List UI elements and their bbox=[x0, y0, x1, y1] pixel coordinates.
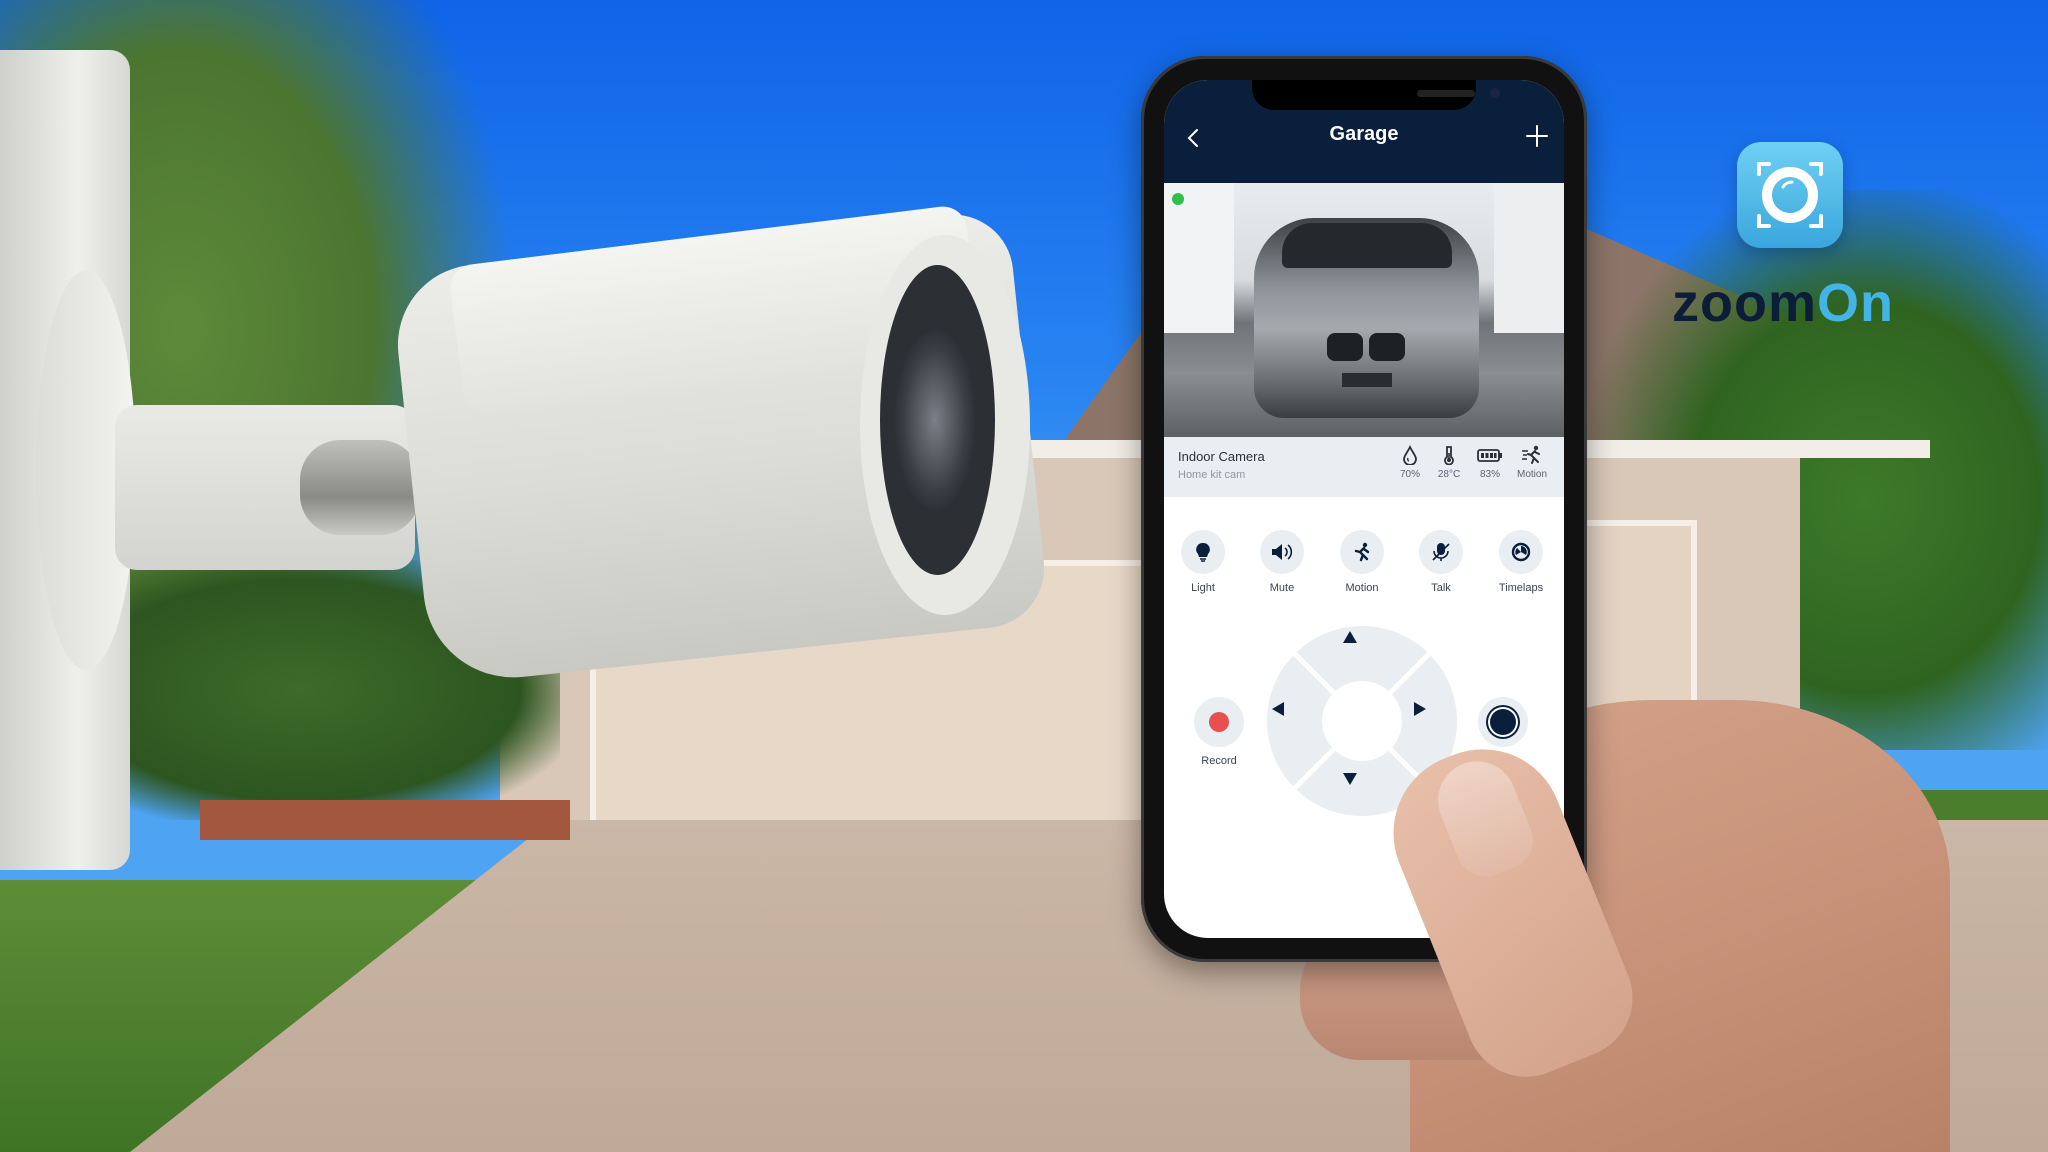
talk-button[interactable]: Talk bbox=[1409, 530, 1473, 594]
record-label: Record bbox=[1201, 755, 1237, 767]
timelapse-button[interactable]: Timelaps bbox=[1489, 530, 1553, 594]
motion-label: Motion bbox=[1345, 582, 1379, 594]
brand-text-dark: zoom bbox=[1672, 273, 1817, 333]
capture-icon bbox=[1490, 709, 1516, 735]
stat-humidity: 70% bbox=[1388, 445, 1432, 480]
record-button[interactable]: Record bbox=[1194, 697, 1244, 767]
motion-button[interactable]: Motion bbox=[1330, 530, 1394, 594]
dpad-left-button[interactable] bbox=[1271, 701, 1311, 741]
capture-button[interactable] bbox=[1478, 697, 1528, 747]
plus-icon bbox=[1526, 125, 1548, 147]
earpiece-speaker bbox=[1417, 90, 1475, 97]
speaker-icon bbox=[1272, 544, 1293, 560]
camera-subtitle: Home kit cam bbox=[1178, 469, 1246, 481]
motion-runner-icon bbox=[1522, 445, 1540, 464]
dpad-up-button[interactable] bbox=[1342, 630, 1382, 670]
battery-icon bbox=[1477, 449, 1502, 462]
timelapse-label: Timelaps bbox=[1498, 582, 1544, 594]
mute-label: Mute bbox=[1269, 582, 1295, 594]
zoomon-logo-text: zoomOn bbox=[1672, 272, 1894, 334]
camera-info-bar: Indoor Camera Home kit cam 70% 28°C 83% … bbox=[1164, 437, 1564, 497]
dpad-right-button[interactable] bbox=[1413, 701, 1453, 741]
brand-text-light: On bbox=[1817, 273, 1894, 333]
talk-label: Talk bbox=[1431, 582, 1451, 594]
microphone-muted-icon bbox=[1432, 543, 1450, 561]
lightbulb-icon bbox=[1196, 542, 1210, 562]
camera-joint bbox=[300, 440, 420, 535]
stat-temperature-value: 28°C bbox=[1437, 469, 1461, 480]
camera-name: Indoor Camera bbox=[1178, 449, 1265, 464]
feed-garage-wall-right bbox=[1494, 183, 1564, 333]
feed-car-plate bbox=[1342, 373, 1392, 387]
brick-flowerbed bbox=[200, 800, 570, 840]
camera-live-feed[interactable] bbox=[1164, 183, 1564, 437]
stat-humidity-value: 70% bbox=[1399, 469, 1420, 480]
humidity-drop-icon bbox=[1403, 445, 1417, 465]
feed-car-grille-left bbox=[1327, 333, 1363, 361]
stat-battery: 83% bbox=[1468, 445, 1512, 480]
camera-lens bbox=[895, 330, 975, 510]
stat-temperature: 28°C bbox=[1427, 445, 1471, 480]
phone-notch bbox=[1252, 80, 1500, 110]
light-button[interactable]: Light bbox=[1171, 530, 1235, 594]
page-title: Garage bbox=[1329, 123, 1399, 145]
back-button[interactable] bbox=[1178, 120, 1208, 156]
feed-car-grille-right bbox=[1369, 333, 1405, 361]
record-dot-icon bbox=[1209, 712, 1229, 732]
front-camera bbox=[1490, 88, 1500, 98]
thermometer-icon bbox=[1444, 446, 1454, 465]
stat-motion: Motion bbox=[1510, 445, 1554, 480]
mute-button[interactable]: Mute bbox=[1250, 530, 1314, 594]
live-status-indicator bbox=[1172, 193, 1184, 205]
zoomon-app-icon bbox=[1737, 142, 1843, 248]
running-person-icon bbox=[1354, 542, 1370, 562]
stat-motion-value: Motion bbox=[1516, 469, 1547, 480]
camera-lens-icon bbox=[1757, 162, 1823, 228]
dpad-center-button[interactable] bbox=[1322, 681, 1402, 761]
feed-car-windshield bbox=[1282, 223, 1452, 268]
chevron-left-icon bbox=[1187, 129, 1198, 147]
feed-garage-wall-left bbox=[1164, 183, 1234, 333]
app-header: Garage bbox=[1164, 80, 1564, 183]
timelapse-icon bbox=[1511, 542, 1531, 562]
arrow-down-icon bbox=[1343, 773, 1357, 785]
arrow-up-icon bbox=[1343, 631, 1357, 643]
arrow-left-icon bbox=[1272, 702, 1284, 716]
add-button[interactable] bbox=[1522, 118, 1552, 154]
light-label: Light bbox=[1191, 582, 1215, 594]
dpad-down-button[interactable] bbox=[1342, 772, 1382, 812]
arrow-right-icon bbox=[1414, 702, 1426, 716]
stat-battery-value: 83% bbox=[1479, 469, 1500, 480]
